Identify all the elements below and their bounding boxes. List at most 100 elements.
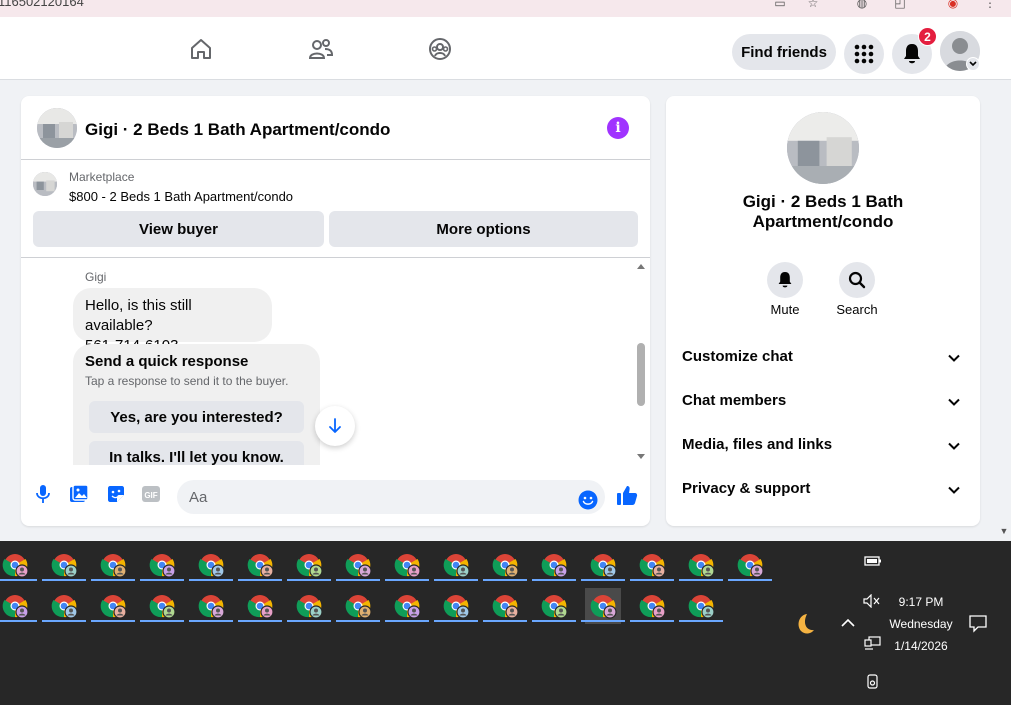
microphone-icon[interactable] <box>32 483 54 505</box>
listing-title[interactable]: $800 - 2 Beds 1 Bath Apartment/condo <box>69 189 293 204</box>
chrome-window-icon[interactable] <box>634 588 670 624</box>
taskbar-active-indicator <box>189 620 233 622</box>
taskbar-active-indicator <box>483 620 527 622</box>
url-fragment[interactable]: 116502120164 <box>0 0 84 9</box>
chrome-window-icon[interactable] <box>683 547 719 583</box>
info-icon[interactable]: i <box>607 117 629 139</box>
section-label: Chat members <box>682 392 787 409</box>
chevron-down-icon <box>948 354 960 362</box>
chrome-window-icon[interactable] <box>683 588 719 624</box>
chrome-window-icon[interactable] <box>242 547 278 583</box>
chrome-window-icon[interactable] <box>389 547 425 583</box>
arrow-down-icon <box>329 418 341 433</box>
privacy-support-row[interactable]: Privacy & support <box>666 470 980 510</box>
chrome-window-icon[interactable] <box>585 588 621 624</box>
taskbar-active-indicator <box>385 620 429 622</box>
photo-icon[interactable] <box>68 483 90 505</box>
chrome-window-icon[interactable] <box>291 547 327 583</box>
chrome-window-icon[interactable] <box>487 588 523 624</box>
customize-chat-row[interactable]: Customize chat <box>666 338 980 378</box>
chrome-window-icon[interactable] <box>634 547 670 583</box>
search-button[interactable] <box>839 262 875 298</box>
taskbar-active-indicator <box>630 620 674 622</box>
quick-response-option[interactable]: Yes, are you interested? <box>89 401 304 433</box>
section-label: Customize chat <box>682 348 793 365</box>
chrome-window-icon[interactable] <box>487 547 523 583</box>
emoji-icon[interactable] <box>577 489 599 511</box>
chrome-window-icon[interactable] <box>438 547 474 583</box>
taskbar-active-indicator <box>140 579 184 581</box>
cast-icon[interactable]: ▭ <box>773 0 787 10</box>
chrome-window-icon[interactable] <box>389 588 425 624</box>
taskbar-active-indicator <box>434 579 478 581</box>
chevron-down-icon <box>948 486 960 494</box>
chat-header: Gigi · 2 Beds 1 Bath Apartment/condo i <box>21 96 650 160</box>
sticker-icon[interactable] <box>105 483 127 505</box>
chrome-window-icon[interactable] <box>438 588 474 624</box>
chrome-window-icon[interactable] <box>46 588 82 624</box>
meet-now-icon[interactable] <box>865 674 883 692</box>
home-icon[interactable] <box>181 29 221 69</box>
taskbar-active-indicator <box>434 620 478 622</box>
menu-grid-button[interactable] <box>844 34 884 74</box>
listing-small-thumbnail[interactable] <box>33 172 57 196</box>
friends-icon[interactable] <box>301 29 341 69</box>
chrome-window-icon[interactable] <box>340 547 376 583</box>
chrome-window-icon[interactable] <box>144 588 180 624</box>
chrome-window-icon[interactable] <box>46 547 82 583</box>
bookmark-star-icon[interactable]: ☆ <box>806 0 820 10</box>
battery-icon[interactable] <box>864 554 884 570</box>
thumbs-up-icon[interactable] <box>616 484 638 506</box>
scroll-to-bottom-button[interactable] <box>315 406 355 446</box>
browser-top-strip: 116502120164 ▭ ☆ ◍ ◰ ◉ ⋮ <box>0 0 1011 17</box>
groups-icon[interactable] <box>420 29 460 69</box>
message-input[interactable] <box>177 480 605 514</box>
clock-date[interactable]: 1/14/2026 <box>886 639 956 653</box>
chrome-window-icon[interactable] <box>291 588 327 624</box>
chrome-window-icon[interactable] <box>144 547 180 583</box>
taskbar-active-indicator <box>91 620 135 622</box>
chat-members-row[interactable]: Chat members <box>666 382 980 422</box>
mute-button[interactable] <box>767 262 803 298</box>
clock-day[interactable]: Wednesday <box>882 617 960 631</box>
thread-scroll-thumb[interactable] <box>637 343 645 406</box>
media-files-links-row[interactable]: Media, files and links <box>666 426 980 466</box>
chrome-window-icon[interactable] <box>536 547 572 583</box>
panel-listing-photo[interactable] <box>787 112 859 184</box>
notification-center-icon[interactable] <box>968 613 990 635</box>
network-icon[interactable] <box>864 636 884 652</box>
listing-thumbnail[interactable] <box>37 108 77 148</box>
quick-response-option[interactable]: In talks. I'll let you know. <box>89 441 304 465</box>
chrome-window-icon[interactable] <box>242 588 278 624</box>
page-scroll-down-icon[interactable]: ▼ <box>997 526 1011 540</box>
chrome-window-icon[interactable] <box>193 588 229 624</box>
find-friends-button[interactable]: Find friends <box>732 34 836 70</box>
panel-chat-name: Gigi · 2 Beds 1 Bath Apartment/condo <box>666 192 980 232</box>
extension-globe-icon[interactable]: ◍ <box>855 0 869 10</box>
chrome-window-icon[interactable] <box>193 547 229 583</box>
account-caret-icon[interactable] <box>966 57 980 71</box>
view-buyer-button[interactable]: View buyer <box>33 211 324 247</box>
chrome-window-icon[interactable] <box>0 547 33 583</box>
chrome-window-icon[interactable] <box>732 547 768 583</box>
message-text-line: Hello, is this still available? <box>85 297 192 334</box>
chrome-window-icon[interactable] <box>340 588 376 624</box>
chat-title[interactable]: Gigi · 2 Beds 1 Bath Apartment/condo <box>85 120 390 140</box>
extensions-icon[interactable]: ◰ <box>893 0 907 10</box>
clock-time[interactable]: 9:17 PM <box>888 595 954 609</box>
profile-icon[interactable]: ◉ <box>946 0 960 10</box>
menu-dots-icon[interactable]: ⋮ <box>983 0 997 10</box>
more-options-button[interactable]: More options <box>329 211 638 247</box>
chrome-window-icon[interactable] <box>95 588 131 624</box>
chrome-window-icon[interactable] <box>0 588 33 624</box>
tray-expand-icon[interactable] <box>838 613 858 633</box>
search-label: Search <box>836 302 878 317</box>
chrome-window-icon[interactable] <box>536 588 572 624</box>
windows-taskbar: 9:17 PM Wednesday 1/14/2026 <box>0 541 1011 705</box>
chrome-window-icon[interactable] <box>585 547 621 583</box>
taskbar-active-indicator <box>483 579 527 581</box>
moon-icon[interactable] <box>787 609 823 645</box>
volume-muted-icon[interactable] <box>863 593 883 610</box>
gif-icon[interactable]: GIF <box>140 483 162 505</box>
chrome-window-icon[interactable] <box>95 547 131 583</box>
